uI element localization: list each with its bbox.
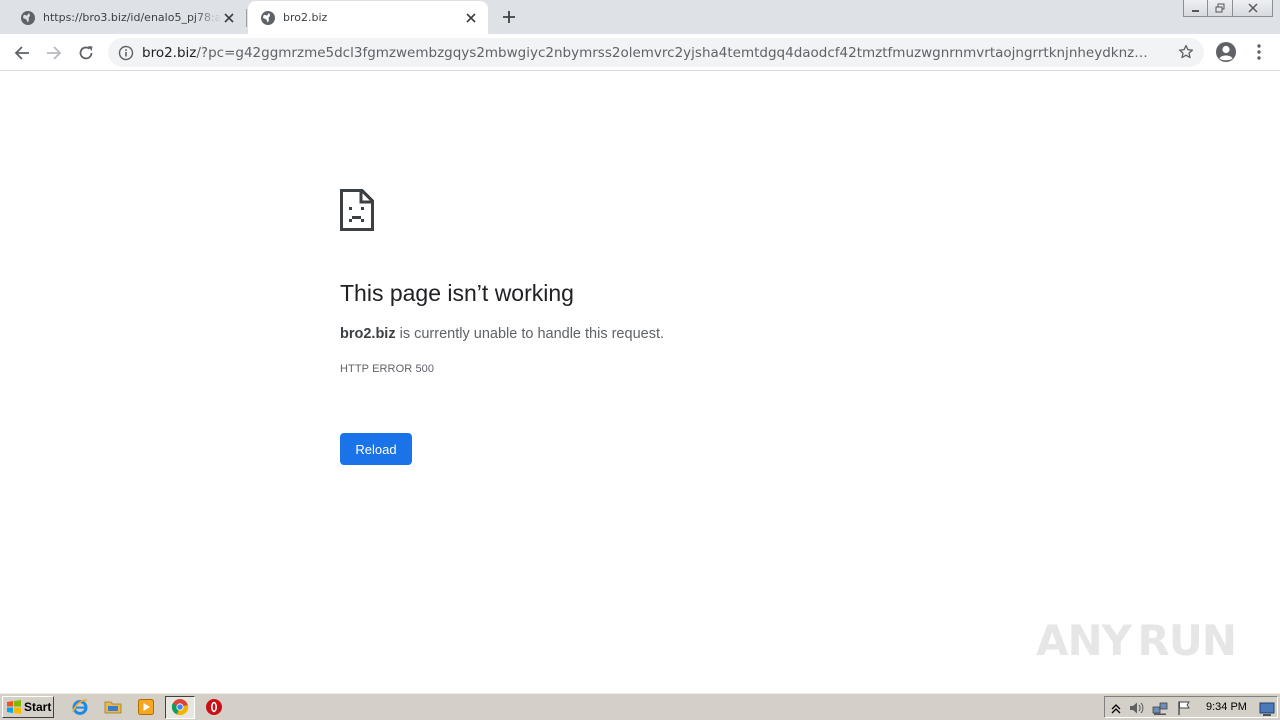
- play-logo-icon: [1133, 638, 1136, 642]
- back-button[interactable]: [10, 41, 34, 65]
- profile-avatar-icon[interactable]: [1215, 41, 1237, 63]
- plus-icon: [503, 11, 515, 23]
- info-icon[interactable]: [118, 45, 134, 61]
- browser-toolbar: bro2.biz/?pc=g42ggmrzme5dcl3fgmzwembzgqy…: [0, 34, 1280, 71]
- action-center-flag-icon[interactable]: [1176, 700, 1192, 716]
- url-host: bro2.biz: [142, 44, 197, 61]
- error-code: HTTP ERROR 500: [340, 363, 435, 375]
- close-tab-icon[interactable]: [221, 10, 237, 26]
- close-tab-icon[interactable]: [463, 10, 479, 26]
- tab-bro3[interactable]: https://bro3.biz/id/enalo5_pj78:apa: [0, 1, 246, 34]
- restore-button[interactable]: [1208, 0, 1233, 17]
- forward-button[interactable]: [42, 41, 66, 65]
- tab-title: https://bro3.biz/id/enalo5_pj78:apa: [43, 11, 221, 24]
- ie-icon[interactable]: [70, 697, 90, 717]
- menu-kebab-icon[interactable]: [1252, 43, 1266, 61]
- start-label: Start: [24, 700, 52, 714]
- windows-logo-icon: [7, 700, 21, 714]
- globe-icon: [21, 10, 35, 25]
- start-button[interactable]: Start: [2, 696, 54, 718]
- volume-icon[interactable]: [1128, 700, 1144, 716]
- url-text[interactable]: bro2.biz/?pc=g42ggmrzme5dcl3fgmzwembzgqy…: [142, 45, 1152, 61]
- error-title: This page isn’t working: [340, 280, 574, 306]
- media-player-icon[interactable]: [136, 697, 156, 717]
- watermark-left: ANY: [1036, 615, 1132, 665]
- tab-bro2[interactable]: bro2.biz: [248, 1, 488, 34]
- show-hidden-icons-icon[interactable]: [1108, 700, 1124, 716]
- taskbar-clock: 9:34 PM: [1206, 701, 1247, 713]
- tab-title: bro2.biz: [283, 11, 328, 24]
- watermark-right: RUN: [1137, 615, 1237, 665]
- anyrun-watermark: ANY RUN: [1036, 610, 1237, 670]
- show-desktop-icon[interactable]: [1259, 701, 1275, 717]
- window-controls: [1183, 0, 1273, 18]
- reload-button[interactable]: Reload: [340, 433, 412, 465]
- globe-icon: [261, 10, 275, 25]
- reload-toolbar-button[interactable]: [74, 41, 98, 65]
- network-icon[interactable]: [1152, 700, 1168, 716]
- sad-document-icon: [340, 189, 374, 231]
- minimize-button[interactable]: [1183, 0, 1208, 17]
- arrow-left-icon: [14, 46, 29, 60]
- star-icon[interactable]: [1178, 44, 1194, 60]
- page-content: This page isn’t working bro2.biz is curr…: [0, 72, 1280, 692]
- url-path: /?pc=g42ggmrzme5dcl3fgmzwembzgqys2mbwgiy…: [196, 44, 1152, 61]
- error-message: is currently unable to handle this reque…: [395, 326, 664, 342]
- tab-strip: https://bro3.biz/id/enalo5_pj78:apa bro2…: [0, 0, 1280, 34]
- error-host: bro2.biz: [340, 326, 396, 342]
- close-window-button[interactable]: [1233, 0, 1273, 17]
- error-description: bro2.biz is currently unable to handle t…: [340, 326, 664, 342]
- chrome-icon[interactable]: [170, 697, 190, 717]
- refresh-icon: [79, 46, 93, 60]
- taskbar: Start 9:34 PM: [0, 692, 1280, 720]
- new-tab-button[interactable]: [498, 6, 520, 28]
- tab-separator: [246, 9, 247, 27]
- folder-icon[interactable]: [103, 697, 123, 717]
- arrow-right-icon: [47, 46, 62, 60]
- opera-icon[interactable]: [204, 697, 224, 717]
- address-bar[interactable]: bro2.biz/?pc=g42ggmrzme5dcl3fgmzwembzgqy…: [108, 38, 1204, 67]
